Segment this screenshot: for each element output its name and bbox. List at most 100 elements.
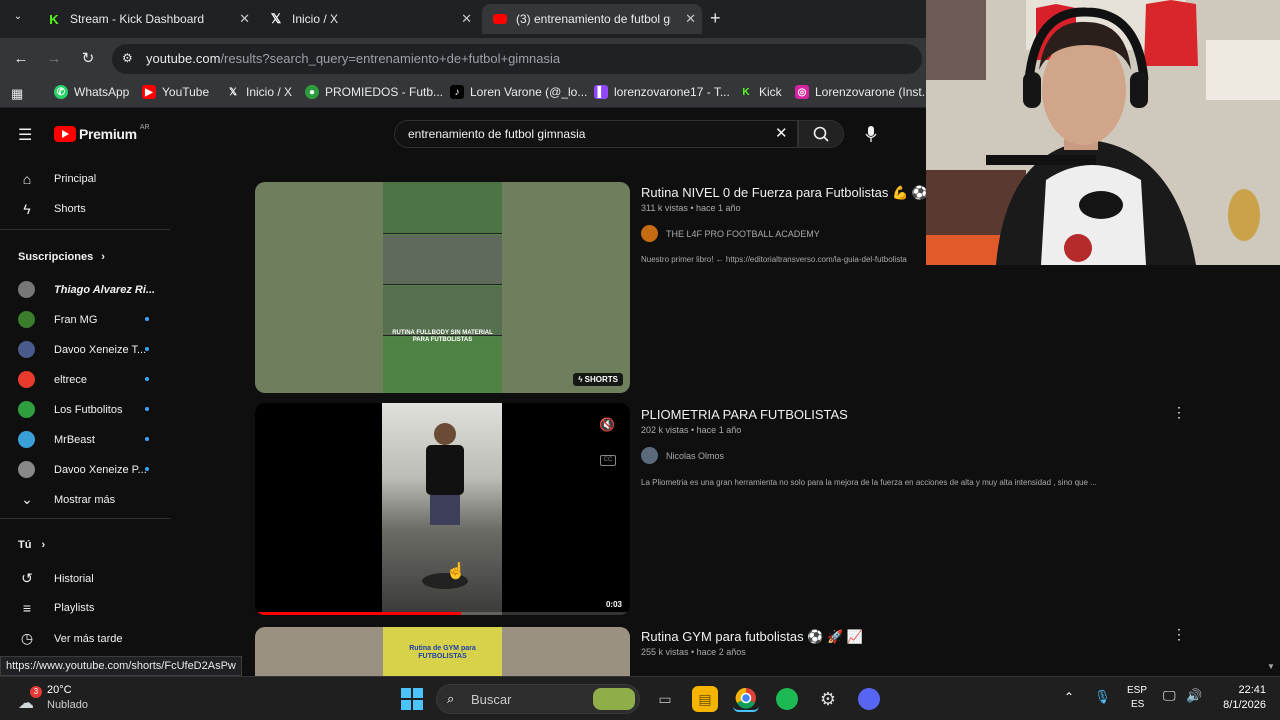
video-title[interactable]: Rutina GYM para futbolistas ⚽ 🚀 📈 xyxy=(641,629,863,645)
search-button[interactable] xyxy=(798,120,844,148)
bookmark-tiktok[interactable]: ♪ Loren Varone (@_lo... xyxy=(450,85,587,99)
sidebar-item-historial[interactable]: ↺ Historial xyxy=(18,570,94,587)
task-view-icon[interactable]: ▭ xyxy=(652,686,678,712)
video-title[interactable]: Rutina NIVEL 0 de Fuerza para Futbolista… xyxy=(641,185,926,201)
whatsapp-icon: ✆ xyxy=(54,85,68,99)
url-text[interactable]: youtube.com/results?search_query=entrena… xyxy=(146,51,560,66)
new-tab-icon[interactable]: + xyxy=(710,8,721,29)
channel-link[interactable]: Nicolas Olmos xyxy=(641,447,724,464)
clock-icon: ◷ xyxy=(20,630,34,646)
search-input[interactable]: entrenamiento de futbol gimnasia ✕ xyxy=(394,120,798,148)
link-status-bubble: https://www.youtube.com/shorts/FcUfeD2As… xyxy=(0,656,242,676)
tab-kick-dashboard[interactable]: K Stream - Kick Dashboard ✕ xyxy=(36,4,256,34)
kick-icon: K xyxy=(49,11,59,27)
microphone-icon[interactable] xyxy=(865,125,877,143)
sidebar-item-subscription[interactable]: Los Futbolitos xyxy=(18,401,122,418)
thumbnail-image: Rutina de GYM para FUTBOLISTAS xyxy=(383,627,502,676)
sidebar-item-subscription[interactable]: Davoo Xeneize T... xyxy=(18,341,146,358)
youtube-play-icon xyxy=(54,126,76,142)
tab-title: Inicio / X xyxy=(292,12,339,26)
close-icon[interactable]: ✕ xyxy=(685,11,696,27)
sidebar-subscriptions-heading[interactable]: Suscripciones › xyxy=(18,251,105,263)
sidebar-you-heading[interactable]: Tú › xyxy=(18,539,45,551)
search-highlight-image xyxy=(593,688,635,710)
sidebar-item-playlists[interactable]: ≡ Playlists xyxy=(18,600,94,616)
sidebar-item-subscription[interactable]: MrBeast xyxy=(18,431,95,448)
chevron-right-icon: › xyxy=(41,539,46,551)
sidebar-item-subscription[interactable]: Fran MG xyxy=(18,311,97,328)
spotify-icon[interactable] xyxy=(774,686,800,712)
apps-grid-icon[interactable]: ▦ xyxy=(11,86,23,102)
menu-icon[interactable]: ☰ xyxy=(18,125,32,145)
sidebar-show-more[interactable]: ⌄ Mostrar más xyxy=(18,491,115,508)
streamer-webcam-image xyxy=(926,0,1280,265)
twitch-icon: ▌ xyxy=(594,85,608,99)
video-meta: 202 k vistas • hace 1 año xyxy=(641,425,742,435)
bookmark-x[interactable]: 𝕏 Inicio / X xyxy=(226,85,292,99)
search-icon: ⌕ xyxy=(447,691,455,706)
weather-temp: 20°C xyxy=(47,684,72,696)
chevron-up-icon[interactable]: ⌃ xyxy=(1064,690,1074,704)
bookmark-youtube[interactable]: ▶ YouTube xyxy=(142,85,209,99)
scroll-down-arrow-icon[interactable]: ▼ xyxy=(1267,662,1275,671)
tab-youtube-search[interactable]: (3) entrenamiento de futbol gim ✕ xyxy=(482,4,702,34)
bookmark-kick[interactable]: K Kick xyxy=(739,85,781,99)
more-options-icon[interactable]: ⋮ xyxy=(1172,404,1186,421)
video-description: La Pliometria es una gran herramienta no… xyxy=(641,478,1097,487)
clear-search-icon[interactable]: ✕ xyxy=(775,124,788,142)
omnibox[interactable]: ⚙ youtube.com/results?search_query=entre… xyxy=(112,44,922,74)
youtube-icon xyxy=(492,11,508,27)
video-thumbnail[interactable]: Rutina de GYM para FUTBOLISTAS xyxy=(255,627,630,676)
windows-start-icon[interactable] xyxy=(400,687,424,711)
sidebar-item-principal[interactable]: ⌂ Principal xyxy=(18,171,96,187)
close-icon[interactable]: ✕ xyxy=(461,11,472,27)
video-meta: 311 k vistas • hace 1 año xyxy=(641,203,741,213)
video-title[interactable]: PLIOMETRIA PARA FUTBOLISTAS xyxy=(641,407,848,422)
shorts-badge: ϟ SHORTS xyxy=(573,373,623,386)
video-thumbnail-playing[interactable]: 🔇 CC 0:03 xyxy=(255,403,630,615)
tab-search-icon[interactable]: ⌄ xyxy=(10,11,26,27)
sidebar-item-watch-later[interactable]: ◷ Ver más tarde xyxy=(18,630,123,647)
bookmark-twitch[interactable]: ▌ lorenzovarone17 - T... xyxy=(594,85,730,99)
captions-icon[interactable]: CC xyxy=(600,455,616,466)
reload-icon[interactable]: ↻ xyxy=(77,48,99,70)
back-icon[interactable]: ← xyxy=(10,48,32,70)
keyboard-layout[interactable]: ES xyxy=(1131,699,1144,710)
language-indicator[interactable]: ESP xyxy=(1127,685,1147,696)
channel-link[interactable]: THE L4F PRO FOOTBALL ACADEMY xyxy=(641,225,820,242)
close-icon[interactable]: ✕ xyxy=(239,11,250,27)
chrome-icon[interactable] xyxy=(733,686,759,712)
new-content-dot xyxy=(145,317,149,321)
webcam-overlay xyxy=(926,0,1280,265)
bookmark-whatsapp[interactable]: ✆ WhatsApp xyxy=(54,85,129,99)
volume-icon[interactable]: 🔊 xyxy=(1186,688,1202,704)
sidebar-item-shorts[interactable]: ϟ Shorts xyxy=(18,201,86,217)
progress-track[interactable] xyxy=(255,612,630,615)
weather-widget[interactable]: ☁ 3 xyxy=(14,685,44,713)
mute-icon[interactable]: 🔇 xyxy=(599,417,615,433)
clock-time[interactable]: 22:41 xyxy=(1226,684,1266,696)
bookmark-instagram[interactable]: ◎ Lorenzovarone (Inst... xyxy=(795,85,932,99)
youtube-logo[interactable]: Premium AR xyxy=(54,124,150,142)
forward-icon[interactable]: → xyxy=(43,48,65,70)
taskbar-search-box[interactable]: ⌕ Buscar xyxy=(436,684,640,714)
microphone-icon[interactable]: 🎙 xyxy=(1094,689,1111,705)
more-options-icon[interactable]: ⋮ xyxy=(1172,626,1186,643)
video-thumbnail[interactable]: RUTINA FULLBODY SIN MATERIAL PARA FUTBOL… xyxy=(255,182,630,393)
sidebar-item-subscription[interactable]: eltrece xyxy=(18,371,87,388)
channel-avatar xyxy=(641,225,658,242)
clock-date[interactable]: 8/1/2026 xyxy=(1210,699,1266,711)
site-info-icon[interactable]: ⚙ xyxy=(122,51,133,65)
network-icon[interactable]: 🖵 xyxy=(1163,688,1176,704)
settings-gear-icon[interactable]: ⚙ xyxy=(815,686,841,712)
promiedos-icon: ● xyxy=(305,85,319,99)
playlist-icon: ≡ xyxy=(22,600,32,616)
mouse-cursor: ☝ xyxy=(446,563,466,580)
tab-x-home[interactable]: 𝕏 Inicio / X ✕ xyxy=(258,4,478,34)
sidebar-divider xyxy=(0,229,170,230)
bookmark-promiedos[interactable]: ● PROMIEDOS - Futb... xyxy=(305,85,443,99)
file-explorer-icon[interactable]: ▤ xyxy=(692,686,718,712)
sidebar-item-subscription[interactable]: Thiago Alvarez Ri... xyxy=(18,281,155,298)
discord-icon[interactable] xyxy=(856,686,882,712)
sidebar-item-subscription[interactable]: Davoo Xeneize P... xyxy=(18,461,147,478)
